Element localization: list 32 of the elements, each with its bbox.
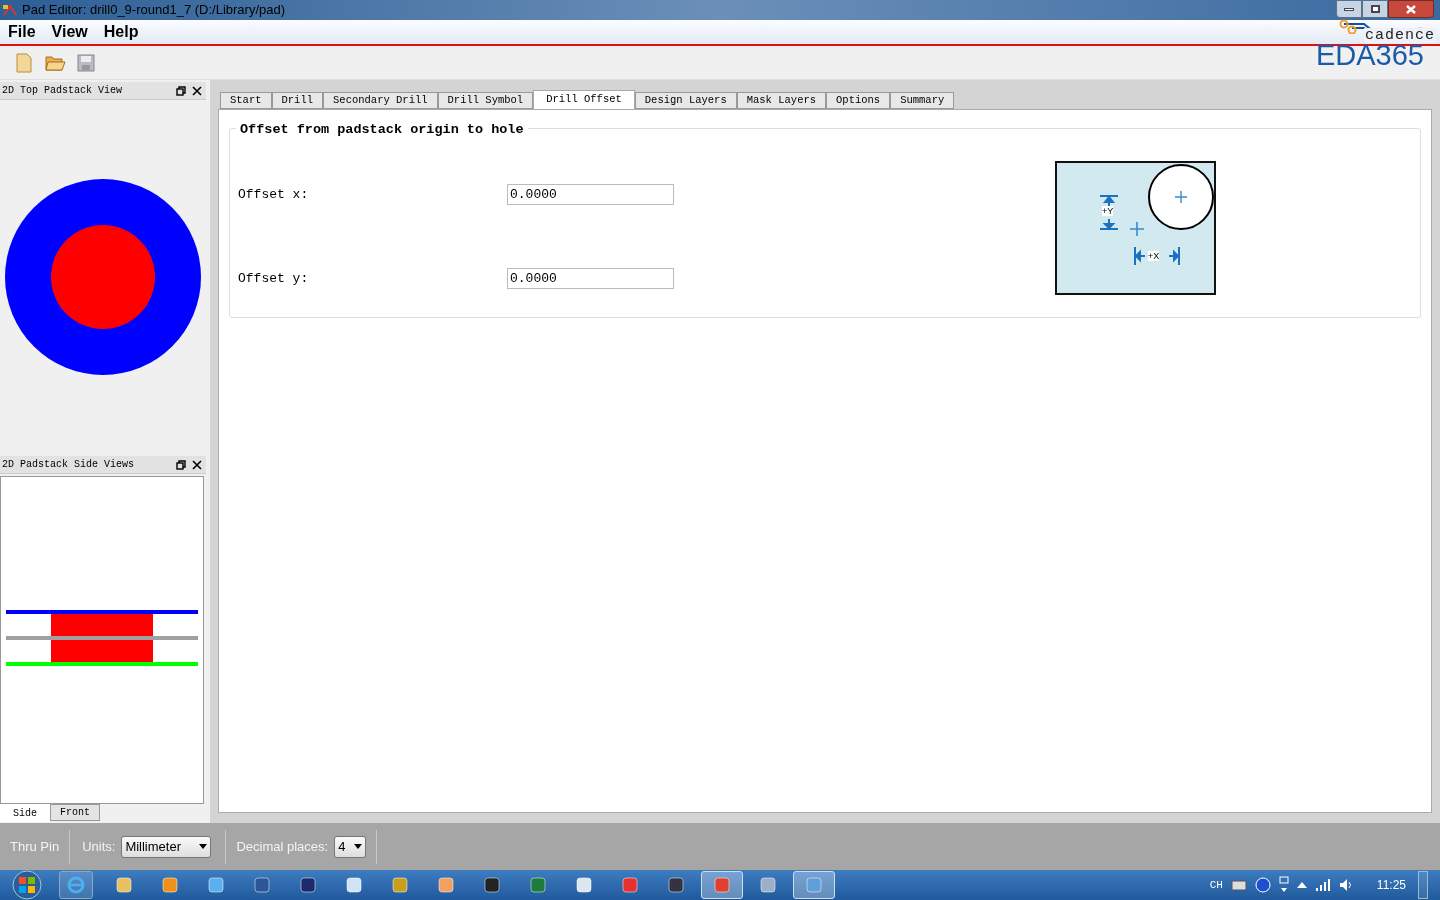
decimal-label: Decimal places: — [236, 837, 329, 856]
brand-name: cadence — [1364, 28, 1436, 43]
view-tab[interactable]: Side — [0, 804, 50, 822]
tab[interactable]: Drill Offset — [533, 90, 635, 109]
tab[interactable]: Summary — [890, 92, 955, 109]
tab[interactable]: Drill — [271, 92, 324, 109]
menu-item[interactable]: View — [43, 20, 96, 44]
tab[interactable]: Mask Layers — [736, 92, 827, 109]
site-logo: EDA365 — [1316, 40, 1424, 70]
panel-title: 2D Padstack Side Views — [1, 458, 136, 472]
tab[interactable]: Drill Symbol — [437, 92, 534, 109]
dropdown[interactable]: 4 — [334, 835, 367, 858]
tab[interactable]: Start — [220, 92, 272, 109]
dropdown[interactable]: Millimeter — [121, 835, 212, 858]
input-language[interactable]: CH — [1209, 876, 1223, 894]
field-label: Offset x: — [238, 185, 310, 204]
field-label: Offset y: — [238, 269, 310, 288]
clock[interactable]: 11:25 — [1376, 876, 1406, 894]
tab[interactable]: Design Layers — [634, 92, 737, 109]
input-field[interactable]: 0.0000 — [507, 184, 674, 205]
dimension-label: +X — [1148, 251, 1160, 261]
window-title: Pad Editor: drill0_9-round1_7 (D:/Library/pad) — [22, 1, 286, 20]
dimension-label: +Y — [1102, 206, 1114, 216]
units-label: Units: — [82, 837, 116, 856]
view-tab[interactable]: Front — [50, 804, 100, 821]
tab[interactable]: Secondary Drill — [323, 92, 438, 109]
menu-item[interactable]: File — [0, 20, 44, 44]
panel-title: 2D Top Padstack View — [1, 84, 124, 98]
menu-item[interactable]: Help — [95, 20, 147, 44]
input-field[interactable]: 0.0000 — [507, 268, 674, 289]
mode-label: Thru Pin — [9, 837, 61, 856]
tab[interactable]: Options — [826, 92, 891, 109]
